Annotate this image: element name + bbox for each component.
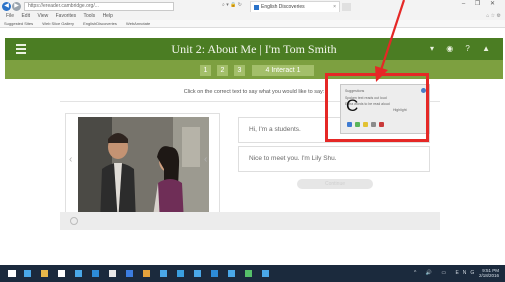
taskbar-app-icon[interactable]	[75, 270, 82, 277]
taskbar-app-icon[interactable]	[262, 270, 269, 277]
step-2-tab[interactable]: 2	[217, 65, 228, 76]
menu-file[interactable]: File	[6, 13, 14, 19]
video-frame-image	[78, 117, 209, 223]
windows-start-icon[interactable]	[8, 270, 16, 277]
taskbar-app-icon[interactable]	[109, 270, 116, 277]
address-bar[interactable]: https://ereader.cambridge.org/...	[24, 2, 174, 11]
page-title: Unit 2: About Me | I'm Tom Smith	[171, 42, 337, 56]
taskbar-app-icon[interactable]	[41, 270, 48, 277]
next-arrow-icon[interactable]: ‹	[204, 154, 207, 165]
menu-edit[interactable]: Edit	[21, 13, 30, 19]
window-controls[interactable]: – ❐ ✕	[462, 0, 499, 7]
back-icon[interactable]: ◀	[2, 2, 11, 11]
browser-toolbar-icons[interactable]: ⌂ ☆ ⚙	[486, 13, 501, 19]
previous-arrow-icon[interactable]: ‹	[69, 154, 72, 165]
browser-tabbar: ◀ ▶ https://ereader.cambridge.org/... ⌕ …	[0, 0, 505, 13]
header-icons[interactable]: ▾ ◉ ? ▲	[430, 44, 495, 53]
taskbar-app-icon[interactable]	[211, 270, 218, 277]
clock[interactable]: 9:51 PM 2/18/2016	[479, 268, 499, 278]
taskbar-app-icon[interactable]	[228, 270, 235, 277]
menu-favorites[interactable]: Favorites	[56, 13, 77, 19]
address-bar-icons[interactable]: ⌕ ▾ 🔒 ↻	[222, 2, 242, 8]
tab-close-icon[interactable]: ×	[333, 2, 336, 12]
audio-bar	[60, 212, 440, 230]
favorite-link[interactable]: Web Slice Gallery	[42, 21, 74, 26]
browser-menubar: File Edit View Favorites Tools Help	[0, 13, 505, 20]
taskbar-app-icon[interactable]	[143, 270, 150, 277]
taskbar-app-icon[interactable]	[160, 270, 167, 277]
tab-title: English Discoveries	[261, 4, 305, 10]
video-panel	[65, 113, 220, 227]
menu-help[interactable]: Help	[103, 13, 113, 19]
menu-tools[interactable]: Tools	[83, 13, 95, 19]
taskbar-app-icon[interactable]	[245, 270, 252, 277]
video-player[interactable]	[78, 117, 209, 223]
forward-icon[interactable]: ▶	[12, 2, 21, 11]
taskbar-app-icon[interactable]	[194, 270, 201, 277]
new-tab-button[interactable]	[342, 3, 351, 11]
audio-icon[interactable]	[70, 217, 78, 225]
step-3-tab[interactable]: 3	[234, 65, 245, 76]
browser-tab[interactable]: English Discoveries ×	[250, 1, 340, 12]
favorite-link[interactable]: Suggested Sites	[4, 21, 33, 26]
app-header: Unit 2: About Me | I'm Tom Smith ▾ ◉ ? ▲	[5, 38, 503, 60]
taskbar-app-icon[interactable]	[177, 270, 184, 277]
annotation-label: C	[346, 96, 359, 115]
taskbar-app-icon[interactable]	[92, 270, 99, 277]
tab-favicon-icon	[254, 5, 259, 10]
favorite-link[interactable]: WebAnnotate	[126, 21, 150, 26]
system-tray-icons[interactable]: ^ 🔊 ▭ ENG	[414, 270, 478, 276]
favorites-bar: Suggested Sites Web Slice Gallery Englis…	[0, 20, 505, 28]
favorite-link[interactable]: EnglishDiscoveries	[83, 21, 117, 26]
continue-button[interactable]: Continue	[297, 179, 373, 189]
taskbar: ^ 🔊 ▭ ENG 9:51 PM 2/18/2016	[0, 265, 505, 282]
step-1-tab[interactable]: 1	[200, 65, 211, 76]
annotation-box	[325, 73, 429, 142]
taskbar-app-icon[interactable]	[58, 270, 65, 277]
answer-option-2[interactable]: Nice to meet you. I'm Lily Shu.	[238, 146, 430, 172]
step-interact-tab[interactable]: 4 Interact 1	[252, 65, 314, 76]
taskbar-app-icon[interactable]	[126, 270, 133, 277]
taskbar-app-icon[interactable]	[24, 270, 31, 277]
clock-date: 2/18/2016	[478, 273, 499, 278]
menu-view[interactable]: View	[37, 13, 48, 19]
